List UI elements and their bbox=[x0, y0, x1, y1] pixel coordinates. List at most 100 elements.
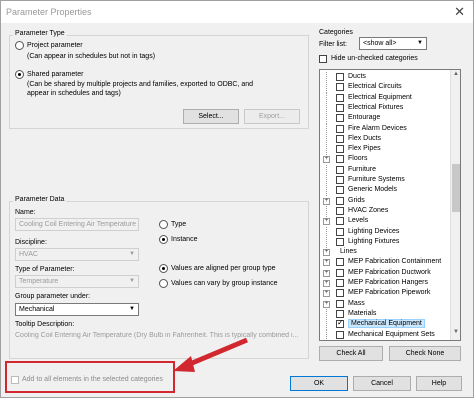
category-checkbox[interactable] bbox=[336, 73, 344, 81]
category-item[interactable]: Materials bbox=[320, 308, 450, 320]
expand-icon[interactable]: + bbox=[323, 269, 330, 277]
type-of-parameter-select[interactable]: Temperature ▼ bbox=[15, 275, 139, 288]
cancel-button[interactable]: Cancel bbox=[353, 376, 411, 391]
category-checkbox[interactable] bbox=[336, 268, 344, 277]
category-checkbox[interactable] bbox=[336, 289, 344, 298]
expand-icon[interactable]: + bbox=[323, 290, 330, 298]
expand-icon[interactable]: + bbox=[323, 156, 330, 164]
category-item[interactable]: Lighting Devices bbox=[320, 226, 450, 238]
category-item[interactable]: Lighting Fixtures bbox=[320, 236, 450, 248]
shared-parameter-radio[interactable] bbox=[15, 70, 24, 79]
category-item[interactable]: + MEP Fabrication Containment bbox=[320, 257, 450, 268]
category-checkbox[interactable] bbox=[336, 165, 344, 174]
category-item[interactable]: Entourage bbox=[320, 113, 450, 125]
hide-unchecked-label[interactable]: Hide un-checked categories bbox=[331, 55, 418, 62]
group-parameter-select[interactable]: Mechanical ▼ bbox=[15, 303, 139, 316]
project-parameter-label[interactable]: Project parameter bbox=[27, 42, 83, 49]
category-checkbox[interactable] bbox=[336, 134, 344, 143]
expand-icon[interactable]: + bbox=[323, 249, 330, 257]
category-checkbox[interactable] bbox=[336, 330, 344, 339]
chevron-down-icon: ▼ bbox=[129, 251, 135, 257]
category-item[interactable]: + MEP Fabrication Hangers bbox=[320, 278, 450, 289]
category-item[interactable]: Mechanical Equipment Sets bbox=[320, 329, 450, 340]
type-radio[interactable] bbox=[159, 220, 168, 229]
ok-button[interactable]: OK bbox=[290, 376, 348, 391]
hide-unchecked-checkbox[interactable] bbox=[319, 55, 327, 63]
project-parameter-radio[interactable] bbox=[15, 41, 24, 50]
category-checkbox[interactable] bbox=[336, 318, 344, 329]
category-checkbox[interactable] bbox=[336, 155, 344, 164]
aligned-per-group-radio[interactable] bbox=[159, 264, 168, 273]
category-item[interactable]: Flex Ducts bbox=[320, 133, 450, 145]
check-none-button[interactable]: Check None bbox=[389, 346, 461, 361]
expand-icon[interactable]: + bbox=[323, 197, 330, 205]
close-icon[interactable]: ✕ bbox=[454, 4, 465, 20]
category-item[interactable]: + MEP Fabrication Pipework bbox=[320, 288, 450, 299]
vary-by-group-radio[interactable] bbox=[159, 279, 168, 288]
tree-line bbox=[326, 164, 327, 176]
select-button[interactable]: Select... bbox=[183, 109, 239, 124]
category-item[interactable]: + Levels bbox=[320, 216, 450, 227]
help-button[interactable]: Help bbox=[416, 376, 462, 391]
expand-icon[interactable]: + bbox=[323, 218, 330, 226]
category-checkbox[interactable] bbox=[336, 258, 344, 267]
category-checkbox[interactable] bbox=[336, 114, 344, 123]
category-item[interactable]: Flex Pipes bbox=[320, 144, 450, 156]
scroll-thumb[interactable] bbox=[452, 164, 460, 212]
expand-icon[interactable]: + bbox=[323, 280, 330, 287]
category-item[interactable]: + Grids bbox=[320, 196, 450, 207]
category-checkbox[interactable] bbox=[336, 237, 344, 246]
tree-line bbox=[326, 144, 327, 156]
filter-list-label: Filter list: bbox=[319, 41, 347, 48]
category-checkbox[interactable] bbox=[336, 227, 344, 236]
aligned-per-group-label[interactable]: Values are aligned per group type bbox=[171, 265, 276, 272]
tooltip-description-value[interactable]: Cooling Coil Entering Air Temperature (D… bbox=[15, 332, 305, 339]
category-item[interactable]: Mechanical Equipment bbox=[320, 318, 450, 331]
categories-tree[interactable]: Mechanical Equipment SetsMechanical Equi… bbox=[319, 69, 461, 341]
scroll-up-icon[interactable]: ▲ bbox=[452, 71, 460, 81]
category-label: Electrical Equipment bbox=[348, 93, 412, 101]
category-item[interactable]: Ducts bbox=[320, 72, 450, 83]
check-all-button[interactable]: Check All bbox=[319, 346, 383, 361]
category-item[interactable]: Furniture bbox=[320, 164, 450, 176]
category-checkbox[interactable] bbox=[336, 279, 344, 287]
tree-scrollbar[interactable]: ▲ ▼ bbox=[450, 70, 460, 340]
category-label: Furniture bbox=[348, 165, 377, 173]
category-checkbox[interactable] bbox=[336, 176, 344, 184]
category-checkbox[interactable] bbox=[336, 299, 344, 308]
category-item[interactable]: HVAC Zones bbox=[320, 205, 450, 217]
category-item[interactable]: + Mass bbox=[320, 299, 450, 310]
category-checkbox[interactable] bbox=[336, 83, 344, 92]
category-checkbox[interactable] bbox=[336, 206, 344, 215]
instance-radio[interactable] bbox=[159, 235, 168, 244]
category-checkbox[interactable] bbox=[336, 93, 344, 102]
category-item[interactable]: Furniture Systems bbox=[320, 175, 450, 186]
category-checkbox[interactable] bbox=[336, 103, 344, 112]
category-checkbox[interactable] bbox=[336, 217, 344, 226]
instance-radio-label[interactable]: Instance bbox=[171, 236, 197, 243]
category-checkbox[interactable] bbox=[336, 196, 344, 205]
category-item[interactable]: Electrical Equipment bbox=[320, 92, 450, 104]
category-checkbox[interactable] bbox=[336, 124, 344, 133]
expand-icon[interactable]: + bbox=[323, 300, 330, 308]
category-item[interactable]: + MEP Fabrication Ductwork bbox=[320, 268, 450, 279]
name-field[interactable]: Cooling Coil Entering Air Temperature bbox=[15, 218, 139, 231]
filter-list-select[interactable]: <show all> ▼ bbox=[359, 37, 427, 50]
category-item[interactable]: Electrical Circuits bbox=[320, 82, 450, 94]
scroll-down-icon[interactable]: ▼ bbox=[452, 329, 460, 339]
type-radio-label[interactable]: Type bbox=[171, 221, 186, 228]
category-checkbox[interactable] bbox=[336, 186, 344, 195]
category-item[interactable]: + Floors bbox=[320, 154, 450, 165]
shared-parameter-label[interactable]: Shared parameter bbox=[27, 71, 83, 78]
parameter-properties-dialog: Parameter Properties ✕ Parameter Type Pr… bbox=[0, 0, 474, 398]
expand-icon[interactable]: + bbox=[323, 259, 330, 267]
category-item[interactable]: + Lines bbox=[320, 247, 450, 258]
category-item[interactable]: Generic Models bbox=[320, 185, 450, 197]
category-item[interactable]: Fire Alarm Devices bbox=[320, 123, 450, 135]
category-checkbox[interactable] bbox=[336, 145, 344, 154]
category-item[interactable]: Electrical Fixtures bbox=[320, 102, 450, 114]
category-checkbox[interactable] bbox=[336, 309, 344, 318]
vary-by-group-label[interactable]: Values can vary by group instance bbox=[171, 280, 278, 287]
export-button[interactable]: Export... bbox=[244, 109, 300, 124]
discipline-select[interactable]: HVAC ▼ bbox=[15, 248, 139, 261]
